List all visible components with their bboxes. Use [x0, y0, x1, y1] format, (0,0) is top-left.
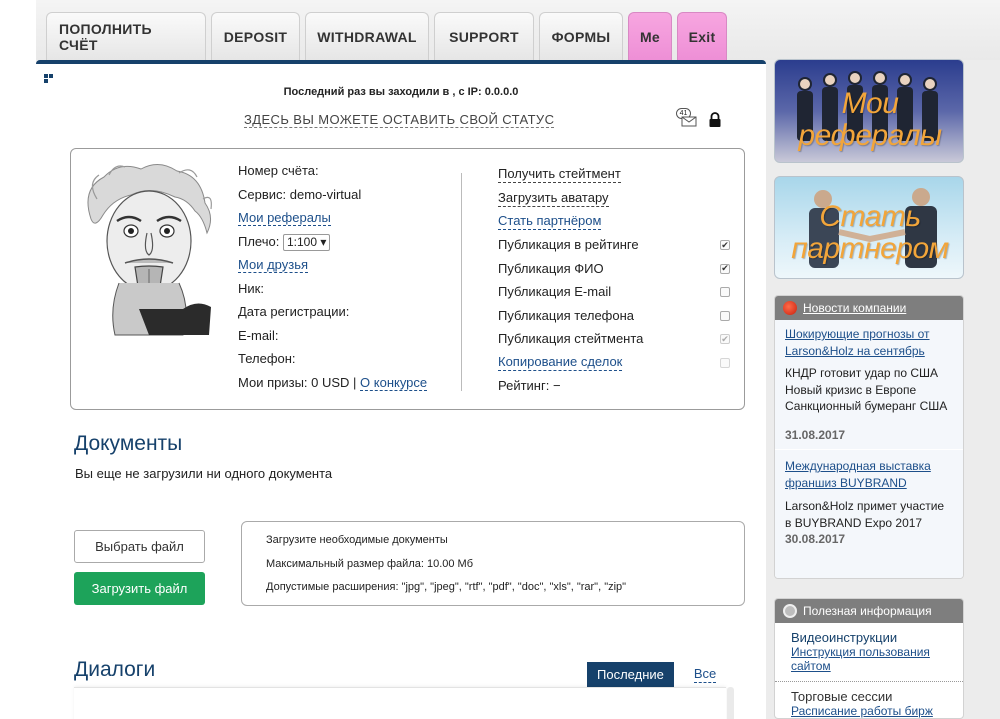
- contest-link[interactable]: О конкурсе: [360, 374, 428, 391]
- prizes-label: Мои призы: 0 USD |: [238, 374, 361, 390]
- news-text: Larson&Holz примет участие в BUYBRAND Ex…: [785, 499, 945, 530]
- company-news-box: Новости компании Шокирующие прогнозы от …: [774, 295, 964, 579]
- partner-banner[interactable]: Стать партнером: [774, 176, 964, 279]
- useful-title: Полезная информация: [803, 604, 932, 618]
- main-panel: Последний раз вы заходили в , с IP: 0.0.…: [36, 60, 766, 719]
- useful-header: Полезная информация: [775, 599, 963, 623]
- pub-email-label: Публикация E-mail: [498, 284, 612, 300]
- pub-email-checkbox[interactable]: [720, 287, 730, 298]
- no-documents-text: Вы еще не загрузили ни одного документа: [75, 466, 333, 481]
- news-text: Санкционный бумеранг США: [785, 399, 948, 413]
- upload-info-box: Загрузите необходимые документы Максимал…: [241, 521, 745, 606]
- news-separator: [775, 449, 963, 450]
- max-size-text: Максимальный размер файла: 10.00 Мб: [266, 557, 474, 570]
- referrals-banner-text: Мои рефералы: [798, 87, 942, 152]
- grid-icon[interactable]: [44, 74, 56, 86]
- registration-date-label: Дата регистрации:: [238, 304, 350, 319]
- globe-icon: [783, 604, 797, 618]
- account-number-label: Номер счёта:: [238, 163, 319, 178]
- become-partner-link[interactable]: Стать партнёром: [498, 213, 602, 231]
- news-date: 31.08.2017: [785, 427, 846, 442]
- news-text: КНДР готовит удар по США: [785, 366, 939, 380]
- news-item: Международная выставка франшиз BUYBRAND …: [785, 458, 953, 548]
- copy-trades-link[interactable]: Копирование сделок: [498, 354, 623, 372]
- profile-card: Номер счёта: Сервис: demo-virtual Мои ре…: [70, 148, 745, 410]
- profile-settings: Получить стейтмент Загрузить аватару Ста…: [498, 163, 730, 398]
- account-info: Номер счёта: Сервис: demo-virtual Мои ре…: [238, 163, 428, 398]
- tab-forms[interactable]: ФОРМЫ: [539, 12, 623, 60]
- dialogs-title: Диалоги: [74, 658, 156, 681]
- news-header: Новости компании: [775, 296, 963, 320]
- referrals-banner[interactable]: Мои рефералы: [774, 59, 964, 163]
- partner-banner-text: Стать партнером: [791, 200, 949, 265]
- tab-exit[interactable]: Exit: [677, 12, 727, 60]
- upload-avatar-link[interactable]: Загрузить аватару: [498, 190, 609, 207]
- get-statement-link[interactable]: Получить стейтмент: [498, 166, 621, 184]
- pub-statement-label: Публикация стейтмента: [498, 331, 644, 347]
- tab-deposit-ru[interactable]: ПОПОЛНИТЬ СЧЁТ: [46, 12, 206, 60]
- exchange-schedule-link[interactable]: Расписание работы бирж: [791, 704, 953, 718]
- apple-icon: [783, 301, 797, 315]
- site-manual-link[interactable]: Инструкция пользования сайтом: [791, 645, 953, 673]
- news-link[interactable]: Международная выставка франшиз BUYBRAND: [785, 458, 953, 491]
- page-left-strip: [0, 0, 36, 719]
- dialogs-tabs: Последние Все: [587, 662, 717, 687]
- tab-support[interactable]: SUPPORT: [434, 12, 534, 60]
- copy-trades-checkbox[interactable]: [720, 357, 730, 368]
- useful-list: Видеоинструкции Инструкция пользования с…: [775, 623, 963, 718]
- news-link[interactable]: Шокирующие прогнозы от Larson&Holz на се…: [785, 326, 953, 359]
- leverage-label: Плечо:: [238, 233, 280, 249]
- news-title-link[interactable]: Новости компании: [803, 301, 906, 315]
- pub-fio-label: Публикация ФИО: [498, 260, 604, 276]
- rating-label: Рейтинг: −: [498, 378, 561, 394]
- dialogs-all-tab[interactable]: Все: [693, 666, 717, 683]
- last-login-text: Последний раз вы заходили в , с IP: 0.0.…: [283, 86, 519, 98]
- top-tabs: ПОПОЛНИТЬ СЧЁТ DEPOSIT WITHDRAWAL SUPPOR…: [46, 12, 727, 60]
- tab-deposit[interactable]: DEPOSIT: [211, 12, 300, 60]
- pub-statement-checkbox[interactable]: ✔: [720, 334, 730, 345]
- pub-rating-label: Публикация в рейтинге: [498, 237, 639, 253]
- news-date: 30.08.2017: [785, 532, 846, 546]
- lock-icon[interactable]: [708, 112, 722, 128]
- messages-icon[interactable]: 41: [676, 108, 698, 128]
- tab-me[interactable]: Me: [628, 12, 672, 60]
- leverage-select[interactable]: 1:100 ▾: [282, 233, 331, 251]
- service-label: Сервис: demo-virtual: [238, 186, 362, 202]
- pub-phone-checkbox[interactable]: [720, 310, 730, 321]
- allowed-extensions-text: Допустимые расширения: "jpg", "jpeg", "r…: [266, 581, 627, 593]
- status-link[interactable]: ЗДЕСЬ ВЫ МОЖЕТЕ ОСТАВИТЬ СВОЙ СТАТУС: [244, 112, 555, 128]
- dialogs-scrollbar[interactable]: [727, 687, 734, 719]
- video-instructions-title[interactable]: Видеоинструкции: [791, 631, 953, 645]
- dialogs-list[interactable]: [74, 687, 726, 719]
- nick-label: Ник:: [238, 280, 264, 296]
- choose-file-button[interactable]: Выбрать файл: [74, 530, 205, 563]
- news-list: Шокирующие прогнозы от Larson&Holz на се…: [775, 320, 963, 578]
- my-referrals-link[interactable]: Мои рефералы: [238, 210, 331, 226]
- useful-divider: [775, 681, 963, 682]
- avatar: [87, 164, 212, 336]
- tab-withdrawal[interactable]: WITHDRAWAL: [305, 12, 429, 60]
- news-text: Новый кризис в Европе: [785, 382, 917, 397]
- email-label: E-mail:: [238, 327, 279, 343]
- documents-title: Документы: [74, 432, 183, 455]
- useful-info-box: Полезная информация Видеоинструкции Инст…: [774, 598, 964, 719]
- upload-info-line: Загрузите необходимые документы: [266, 534, 448, 546]
- pub-rating-checkbox[interactable]: ✔: [720, 240, 730, 251]
- my-friends-link[interactable]: Мои друзья: [238, 257, 309, 273]
- news-item: Шокирующие прогнозы от Larson&Holz на се…: [785, 326, 953, 443]
- pub-phone-label: Публикация телефона: [498, 307, 635, 323]
- pub-fio-checkbox[interactable]: ✔: [720, 263, 730, 274]
- trading-sessions-title[interactable]: Торговые сессии: [791, 690, 953, 704]
- phone-label: Телефон:: [238, 351, 296, 366]
- upload-file-button[interactable]: Загрузить файл: [74, 572, 205, 605]
- dialogs-latest-tab[interactable]: Последние: [587, 662, 674, 687]
- profile-divider: [461, 173, 462, 391]
